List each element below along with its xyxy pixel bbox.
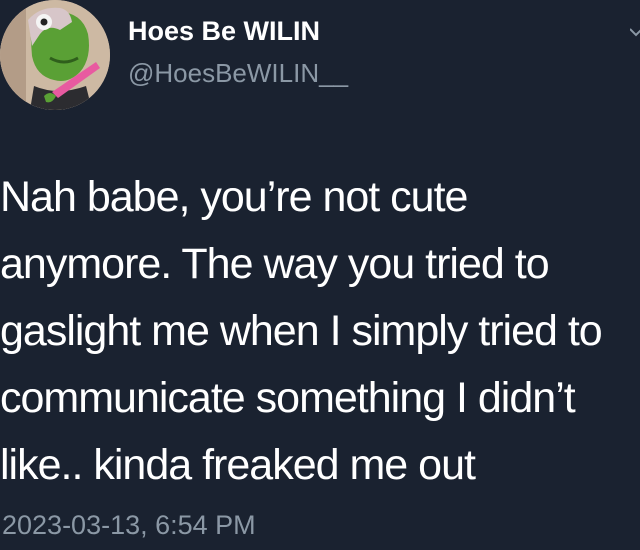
tweet-text-line: gaslight me when I simply tried to [0, 307, 603, 355]
tweet-text: Nah babe, you’re not cute anymore. The w… [0, 164, 640, 499]
tweet-card: Hoes Be WILIN @HoesBeWILIN__ Nah babe, y… [0, 0, 640, 550]
tweet-text-line: anymore. The way you tried to [0, 240, 550, 288]
tweet-text-line: like.. kinda freaked me out [0, 441, 476, 489]
kermit-avatar-icon [0, 0, 110, 110]
chevron-down-icon[interactable] [630, 26, 640, 38]
avatar[interactable] [0, 0, 110, 110]
tweet-text-line: communicate something I didn’t [0, 374, 576, 422]
user-handle[interactable]: @HoesBeWILIN__ [128, 58, 348, 89]
display-name[interactable]: Hoes Be WILIN [128, 16, 320, 47]
tweet-timestamp[interactable]: 2023-03-13, 6:54 PM [2, 510, 256, 541]
tweet-text-line: Nah babe, you’re not cute [0, 173, 468, 221]
